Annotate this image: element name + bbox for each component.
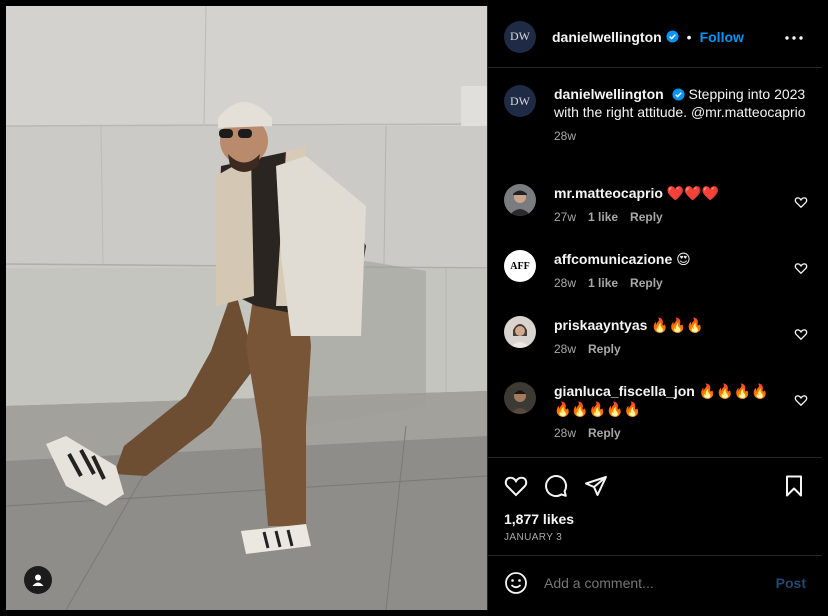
reply-button[interactable]: Reply (588, 342, 621, 356)
comment-bubble-icon[interactable] (544, 474, 568, 498)
comment-body: 🔥🔥🔥 (651, 317, 704, 333)
author-avatar[interactable]: DW (504, 20, 536, 53)
post-photo[interactable] (6, 6, 487, 610)
avatar-monogram: DW (510, 29, 530, 43)
comment-timestamp[interactable]: 28w (554, 276, 576, 290)
like-comment-heart-icon[interactable] (794, 327, 808, 341)
avatar-monogram: AFF (510, 260, 530, 272)
comment-username[interactable]: mr.matteocaprio (554, 185, 663, 201)
avatar-photo (504, 184, 536, 216)
action-icon-row (504, 474, 608, 498)
comment-meta: 28w Reply (554, 342, 786, 356)
post-comment-button[interactable]: Post (776, 575, 806, 591)
caption-meta: 28w (554, 129, 806, 143)
commenter-avatar[interactable] (504, 316, 536, 348)
comment-text: mr.matteocaprio ❤️❤️❤️ (554, 184, 786, 202)
comment-username[interactable]: affcomunicazione (554, 251, 672, 267)
comment-username[interactable]: gianluca_fiscella_jon (554, 383, 695, 399)
caption-text: danielwellington Stepping into 2023 with… (554, 85, 806, 121)
like-comment-heart-icon[interactable] (794, 195, 808, 209)
reply-button[interactable]: Reply (630, 276, 663, 290)
more-options-button[interactable] (784, 28, 804, 48)
post-actions: 1,877 likes JANUARY 3 (488, 457, 822, 555)
verified-badge-icon (672, 88, 685, 101)
comments-section: DW danielwellington Stepping into 2023 w… (488, 69, 822, 457)
commenter-avatar[interactable] (504, 382, 536, 414)
share-send-icon[interactable] (584, 474, 608, 498)
like-heart-icon[interactable] (504, 474, 528, 498)
like-comment-heart-icon[interactable] (794, 261, 808, 275)
more-dots-icon (785, 36, 803, 40)
post-date[interactable]: JANUARY 3 (504, 532, 562, 543)
post-modal: DW danielwellington • Follow DW danielwe… (0, 0, 828, 616)
user-icon (32, 574, 44, 586)
avatar-photo (504, 382, 536, 414)
comment-text: priskaayntyas 🔥🔥🔥 (554, 316, 786, 334)
emoji-picker-icon[interactable] (504, 571, 528, 595)
post-sidebar: DW danielwellington • Follow DW danielwe… (487, 6, 822, 610)
comment-body: 😍 (676, 251, 691, 267)
comment-username[interactable]: priskaayntyas (554, 317, 647, 333)
comment-likes[interactable]: 1 like (588, 276, 618, 290)
like-comment-heart-icon[interactable] (794, 393, 808, 407)
caption-author-avatar[interactable]: DW (504, 85, 536, 117)
comment-input[interactable] (544, 575, 776, 591)
caption-username[interactable]: danielwellington (554, 86, 664, 102)
photo-illustration (6, 6, 487, 610)
avatar-monogram: DW (510, 93, 530, 108)
tagged-users-button[interactable] (24, 566, 52, 594)
comment-timestamp[interactable]: 28w (554, 426, 576, 440)
author-username[interactable]: danielwellington (552, 29, 662, 45)
verified-badge-icon (666, 30, 679, 43)
like-count[interactable]: 1,877 likes (504, 511, 574, 527)
comment-timestamp[interactable]: 28w (554, 342, 576, 356)
avatar-photo (504, 316, 536, 348)
comment-likes[interactable]: 1 like (588, 210, 618, 224)
post-header: DW danielwellington • Follow (488, 6, 822, 68)
follow-button[interactable]: Follow (700, 29, 744, 45)
comment-meta: 28w Reply (554, 426, 786, 440)
caption-timestamp[interactable]: 28w (554, 129, 576, 143)
comment-composer: Post (488, 555, 822, 610)
comment-text: gianluca_fiscella_jon 🔥🔥🔥🔥 🔥🔥🔥🔥🔥 (554, 382, 786, 418)
comment-meta: 28w 1 like Reply (554, 276, 786, 290)
bookmark-save-icon[interactable] (782, 474, 806, 498)
comment-text: affcomunicazione 😍 (554, 250, 786, 268)
separator-dot: • (686, 28, 692, 45)
reply-button[interactable]: Reply (588, 426, 621, 440)
comment-timestamp[interactable]: 27w (554, 210, 576, 224)
reply-button[interactable]: Reply (630, 210, 663, 224)
commenter-avatar[interactable]: AFF (504, 250, 536, 282)
comment-meta: 27w 1 like Reply (554, 210, 786, 224)
commenter-avatar[interactable] (504, 184, 536, 216)
comment-body: ❤️❤️❤️ (666, 185, 720, 201)
